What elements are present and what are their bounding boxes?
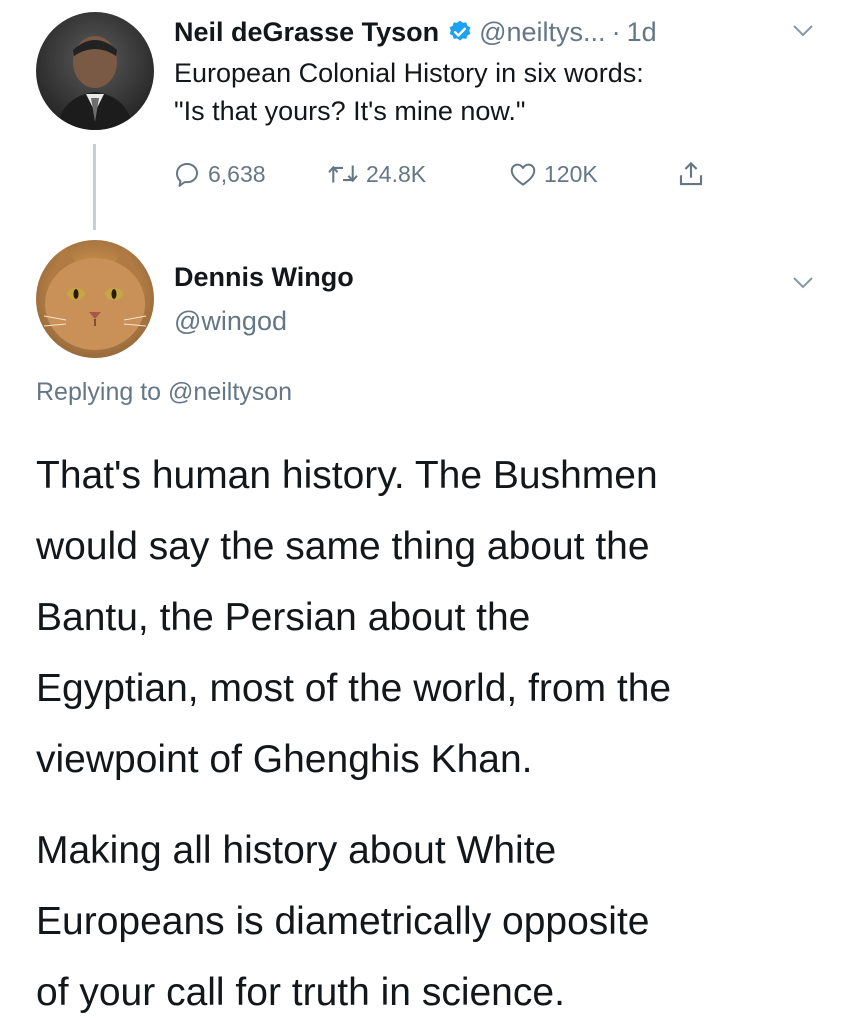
replying-to-label: Replying to @neiltyson [36, 378, 292, 407]
like-count: 120K [544, 160, 598, 187]
tweet-actions-bar: 6,638 24.8K 120K [172, 156, 732, 192]
like-icon [510, 163, 536, 186]
author-name[interactable]: Neil deGrasse Tyson [174, 17, 439, 48]
verified-badge-icon [449, 20, 471, 41]
reply-icon [176, 163, 198, 187]
avatar[interactable] [36, 240, 154, 358]
retweet-count: 24.8K [366, 160, 427, 187]
replying-prefix: Replying to [36, 378, 162, 406]
avatar-photo-dw [43, 244, 147, 350]
reply-paragraph: That's human history. The Bushmen would … [36, 440, 826, 795]
reply-text-line: of your call for truth in science. [36, 971, 565, 1014]
reply-text-line: Making all history about White [36, 829, 557, 872]
share-icon [679, 161, 703, 186]
reply-count: 6,638 [208, 160, 266, 187]
tweet-thread: Neil deGrasse Tyson @neiltys... · 1d Eur… [0, 0, 846, 1024]
reply-button[interactable]: 6,638 [172, 156, 266, 192]
replying-mention-link[interactable]: @neiltyson [168, 378, 292, 406]
reply-author-handle[interactable]: @wingod [174, 306, 287, 337]
reply-tweet-text: That's human history. The Bushmen would … [36, 440, 826, 1028]
separator-dot: · [611, 16, 621, 47]
reply-text-line: Europeans is diametrically opposite [36, 900, 650, 943]
retweet-button[interactable]: 24.8K [326, 156, 426, 192]
original-tweet-header: Neil deGrasse Tyson @neiltys... · 1d [174, 12, 657, 52]
avatar-photo-ndt [56, 36, 134, 130]
author-handle[interactable]: @neiltys... [479, 17, 605, 48]
share-button[interactable] [676, 156, 706, 192]
reply-paragraph: Making all history about White Europeans… [36, 815, 826, 1028]
reply-text-line: would say the same thing about the [36, 525, 650, 568]
thread-connector-line [93, 144, 96, 230]
avatar[interactable] [36, 12, 154, 130]
chevron-down-icon[interactable] [792, 24, 814, 38]
reply-text-line: That's human history. The Bushmen [36, 454, 658, 497]
like-button[interactable]: 120K [508, 156, 598, 192]
tweet-timestamp[interactable]: 1d [627, 17, 657, 48]
tweet-text-line: "Is that yours? It's mine now." [174, 96, 526, 126]
chevron-down-icon[interactable] [792, 276, 814, 290]
reply-author-name[interactable]: Dennis Wingo [174, 262, 354, 293]
reply-text-line: Egyptian, most of the world, from the [36, 667, 672, 710]
original-tweet-text: European Colonial History in six words: … [174, 54, 814, 130]
tweet-text-line: European Colonial History in six words: [174, 58, 644, 88]
retweet-icon [328, 165, 358, 183]
reply-text-line: Bantu, the Persian about the [36, 596, 531, 639]
reply-text-line: viewpoint of Ghenghis Khan. [36, 738, 533, 781]
